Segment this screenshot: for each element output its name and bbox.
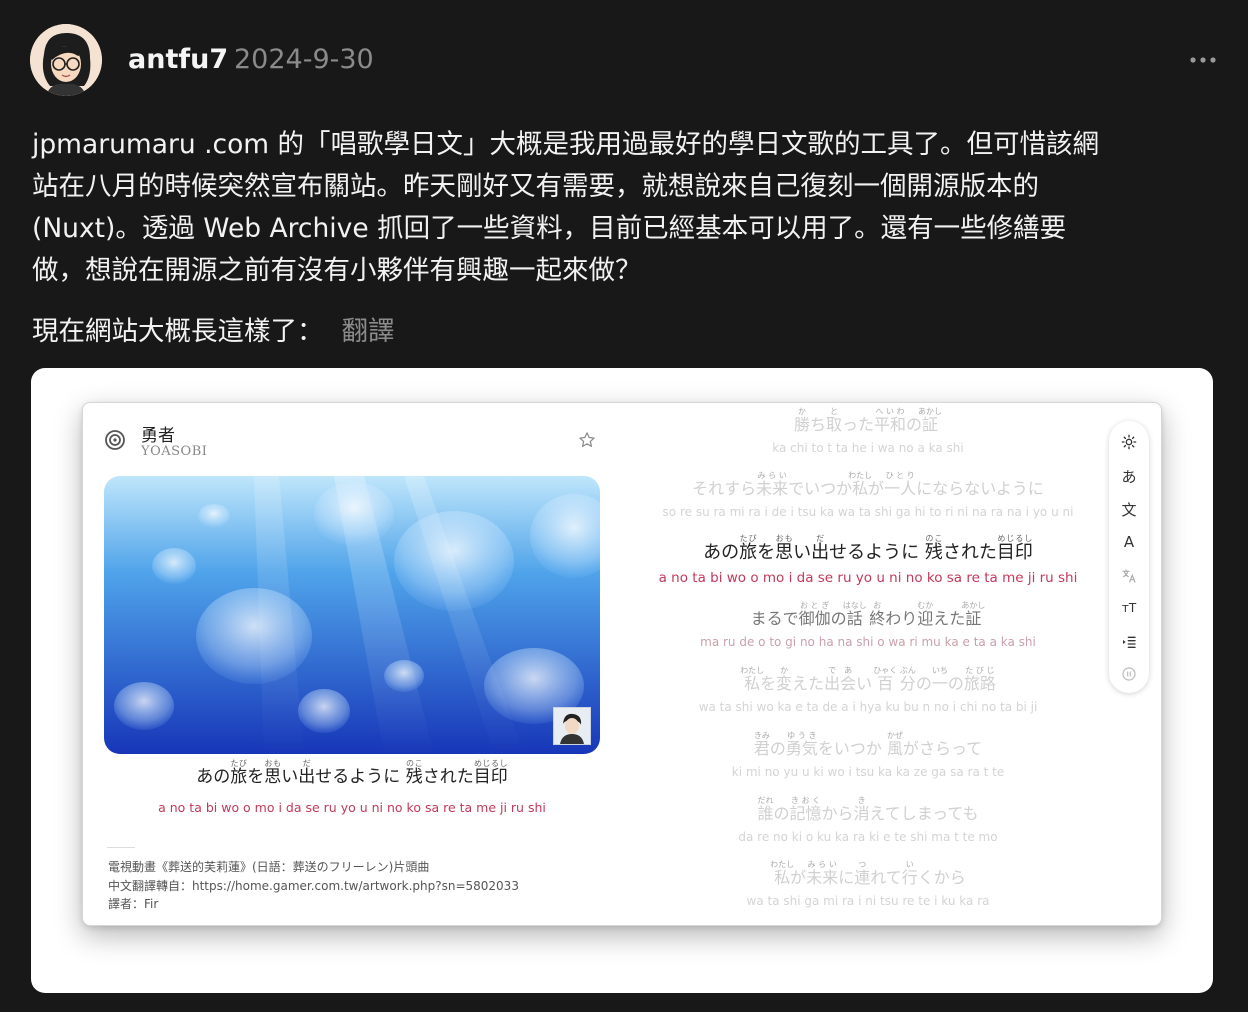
- translate-link[interactable]: 翻譯: [342, 316, 395, 347]
- lyric-line[interactable]: 勝かち取とった平和へいわの証あかし ka chi to t ta he i wa…: [633, 407, 1103, 455]
- font-size-button[interactable]: тT: [1109, 596, 1149, 620]
- more-options-icon[interactable]: [1188, 50, 1218, 70]
- album-artwork: [104, 476, 600, 754]
- disc-icon[interactable]: [105, 430, 125, 450]
- lyric-line[interactable]: 私わたしを変かえた出会であい 百ひゃく 分ぶんの一いちの旅路たびじ wa ta …: [633, 666, 1103, 714]
- star-icon[interactable]: [578, 431, 596, 449]
- username[interactable]: antfu7: [128, 44, 228, 75]
- lyric-romaji: wa ta shi wo ka e ta de a i hya ku bu n …: [698, 700, 1038, 714]
- post-body-line: jpmarumaru .com 的「唱歌學日文」大概是我用過最好的學日文歌的工具…: [32, 129, 1100, 160]
- song-artist[interactable]: YOASOBI: [141, 444, 207, 459]
- lyric-romaji: ma ru de o to gi no ha na shi o wa ri mu…: [700, 635, 1036, 649]
- lyric-line[interactable]: まるで御伽おとぎの話はなし 終おわり迎むかえた証あかし ma ru de o t…: [633, 601, 1103, 649]
- lyric-line[interactable]: 君きみの勇気ゆうきをいつか 風かぜがさらって ki mi no yu u ki …: [633, 731, 1103, 779]
- post-subline-text: 現在網站大概長這樣了：: [32, 316, 324, 347]
- post-header: antfu7 2024-9-30: [30, 24, 1218, 96]
- translation-toggle-button[interactable]: 文: [1109, 498, 1149, 522]
- app-window: 勇者 YOASOBI あの旅たびを思おもい出だせるように 残のこされた目印めじる…: [82, 402, 1162, 926]
- song-title: 勇者: [141, 426, 175, 446]
- uploader-avatar[interactable]: [553, 707, 591, 745]
- lyric-line-active[interactable]: あの旅たびを思おもい出だせるように 残のこされた目印めじるし a no ta b…: [633, 534, 1103, 586]
- lyric-line[interactable]: 誰だれの記憶きおくから消きえてしまっても da re no ki o ku ka…: [633, 796, 1103, 844]
- list-indent-icon[interactable]: [1109, 629, 1149, 653]
- lyric-line[interactable]: それすら未来みらいでいつか私わたしが一人ひとりにならないように so re su…: [633, 471, 1103, 519]
- song-credits: 電視動畫《葬送的芙莉蓮》(日語：葬送のフリーレン)片頭曲 中文翻譯轉自：http…: [108, 858, 519, 914]
- translate-icon[interactable]: [1109, 563, 1149, 587]
- lyrics-panel[interactable]: 勝かち取とった平和へいわの証あかし ka chi to t ta he i wa…: [633, 403, 1103, 925]
- lyric-romaji: a no ta bi wo o mo i da se ru yo u ni no…: [658, 570, 1078, 586]
- display-toolbar: あ 文 A тT: [1109, 421, 1149, 693]
- lyric-romaji: ki mi no yu u ki wo i tsu ka ka ze ga sa…: [731, 765, 1005, 779]
- lyric-romaji: wa ta shi ga mi ra i ni tsu re te i ku k…: [746, 894, 990, 908]
- lyric-romaji: da re no ki o ku ka ra ki e te shi ma t …: [738, 830, 998, 844]
- post-body-line: (Nuxt)。透過 Web Archive 抓回了一些資料，目前已經基本可以用了…: [32, 213, 1067, 244]
- current-lyric-japanese: あの旅たびを思おもい出だせるように 残のこされた目印めじるし: [196, 759, 508, 787]
- hiragana-toggle-button[interactable]: あ: [1109, 465, 1149, 489]
- post-body: jpmarumaru .com 的「唱歌學日文」大概是我用過最好的學日文歌的工具…: [32, 124, 1222, 292]
- post-body-line: 做，想說在開源之前有沒有小夥伴有興趣一起來做？: [32, 255, 642, 286]
- romaji-toggle-button[interactable]: A: [1109, 530, 1149, 554]
- divider: [107, 847, 135, 848]
- post-date[interactable]: 2024-9-30: [234, 44, 374, 75]
- screenshot-card[interactable]: 勇者 YOASOBI あの旅たびを思おもい出だせるように 残のこされた目印めじる…: [31, 368, 1213, 993]
- credit-line[interactable]: 中文翻譯轉自：https://home.gamer.com.tw/artwork…: [108, 877, 519, 896]
- theme-toggle-sun-icon[interactable]: [1109, 429, 1149, 453]
- post-body-line: 站在八月的時候突然宣布關站。昨天剛好又有需要，就想說來自己復刻一個開源版本的: [32, 171, 1039, 202]
- lyric-line[interactable]: 私わたしが未来みらいに連つれて行いくから wa ta shi ga mi ra …: [633, 860, 1103, 908]
- lyric-romaji: ka chi to t ta he i wa no a ka shi: [772, 441, 964, 455]
- lyric-romaji: so re su ra mi ra i de i tsu ka wa ta sh…: [662, 505, 1074, 519]
- credit-line: 電視動畫《葬送的芙莉蓮》(日語：葬送のフリーレン)片頭曲: [108, 860, 430, 874]
- current-lyric-romaji: a no ta bi wo o mo i da se ru yo u ni no…: [158, 800, 546, 815]
- credit-line: 譯者：Fir: [108, 897, 159, 911]
- pause-icon[interactable]: [1109, 661, 1149, 685]
- avatar[interactable]: [30, 24, 102, 96]
- post-subline: 現在網站大概長這樣了： 翻譯: [32, 311, 395, 353]
